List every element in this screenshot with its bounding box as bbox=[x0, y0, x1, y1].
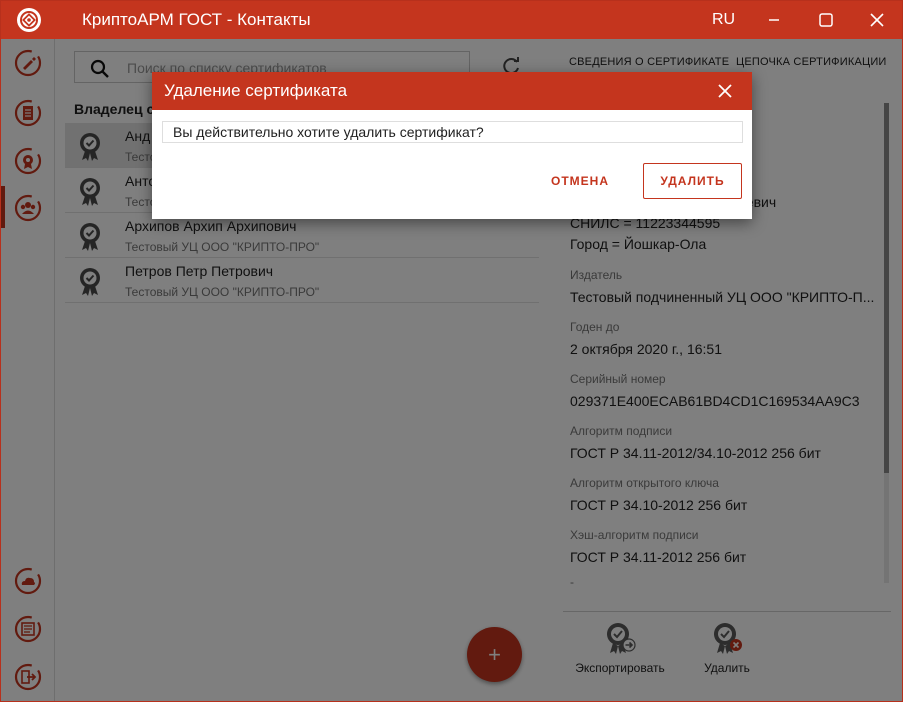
close-icon bbox=[718, 84, 732, 98]
minimize-button[interactable] bbox=[763, 9, 785, 31]
dialog-message: Вы действительно хотите удалить сертифик… bbox=[162, 121, 743, 143]
language-switch[interactable]: RU bbox=[712, 11, 735, 29]
dialog-title: Удаление сертификата bbox=[164, 81, 348, 100]
dialog-close-button[interactable] bbox=[715, 81, 735, 101]
maximize-icon bbox=[819, 13, 833, 27]
window-title: КриптоАРМ ГОСТ - Контакты bbox=[82, 10, 311, 29]
maximize-button[interactable] bbox=[815, 9, 837, 31]
delete-certificate-dialog: Удаление сертификата Вы действительно хо… bbox=[152, 72, 752, 219]
title-bar: КриптоАРМ ГОСТ - Контакты RU bbox=[1, 1, 902, 39]
app-window: КриптоАРМ ГОСТ - Контакты RU Поиск по сп… bbox=[0, 0, 903, 702]
minimize-icon bbox=[769, 19, 779, 21]
dialog-header: Удаление сертификата bbox=[152, 72, 752, 110]
close-icon bbox=[870, 13, 884, 27]
app-logo-icon bbox=[17, 8, 41, 32]
confirm-delete-button[interactable]: УДАЛИТЬ bbox=[643, 163, 742, 199]
cancel-button[interactable]: ОТМЕНА bbox=[540, 163, 620, 199]
close-window-button[interactable] bbox=[866, 9, 888, 31]
